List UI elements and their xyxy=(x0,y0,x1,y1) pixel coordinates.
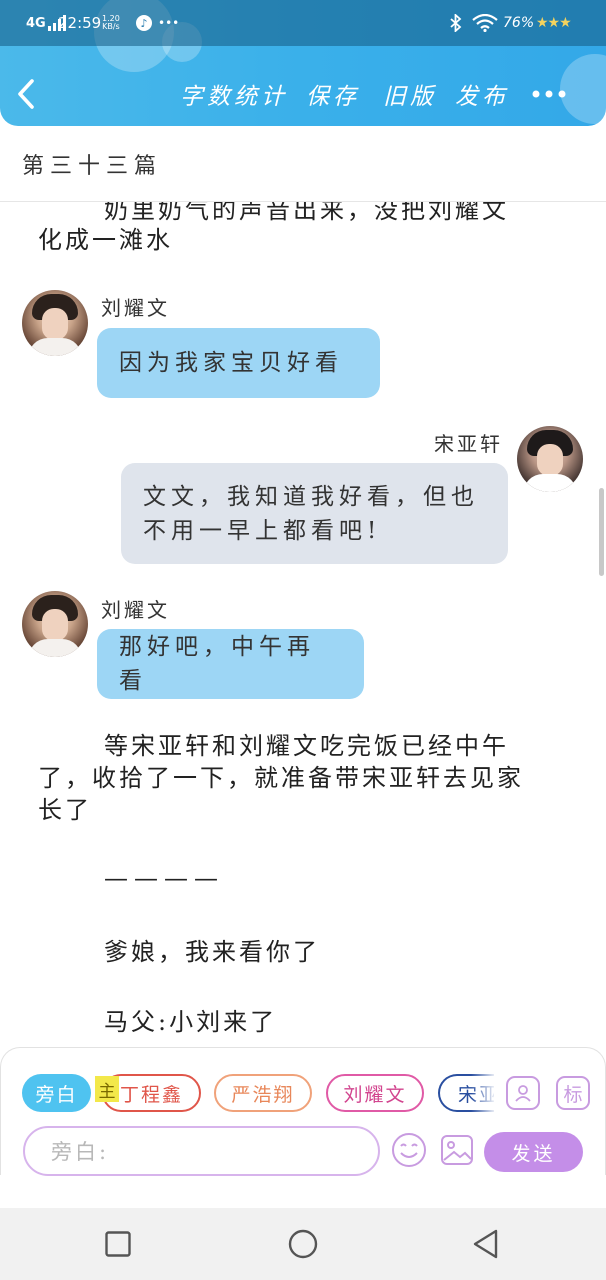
net-speed-unit: KB/s xyxy=(102,22,120,31)
emoji-button[interactable] xyxy=(391,1132,427,1168)
app-header: 4G 22:59 1.20 KB/s ♪ ••• 76% ★★★ 字数统计 保存… xyxy=(0,0,606,126)
chat-bubble-text: 文文，我知道我好看，但也 xyxy=(143,483,479,510)
clock: 22:59 xyxy=(58,14,102,32)
triangle-nav-icon xyxy=(473,1229,498,1259)
status-bar: 4G 22:59 1.20 KB/s ♪ ••• 76% ★★★ xyxy=(0,0,606,46)
avatar-songyaxuan[interactable] xyxy=(517,426,583,492)
bluetooth-icon xyxy=(449,0,463,46)
narration-line: 马父:小刘来了 xyxy=(104,1008,278,1036)
narration-line: 长了 xyxy=(38,796,92,824)
network-label: 4G xyxy=(26,15,46,31)
system-nav-bar xyxy=(0,1208,606,1280)
send-button[interactable]: 发送 xyxy=(484,1132,583,1172)
battery-label: 76% xyxy=(503,15,535,31)
section-divider: ———— xyxy=(104,864,224,892)
music-icon: ♪ xyxy=(136,0,152,46)
image-icon xyxy=(441,1135,473,1165)
main-role-tag: 主 xyxy=(95,1076,119,1102)
more-menu-button[interactable] xyxy=(532,74,566,114)
square-nav-icon xyxy=(105,1231,131,1257)
composer-panel: 旁白 丁程鑫 严浩翔 刘耀文 宋亚轩 主 标 旁白: xyxy=(0,1047,606,1176)
old-version-button[interactable]: 旧版 xyxy=(383,74,437,114)
narration-line: 奶里奶气的声音出来，没把刘耀文 xyxy=(104,202,509,224)
back-button[interactable] xyxy=(16,74,52,114)
back-icon xyxy=(18,79,34,109)
scrollbar-thumb[interactable] xyxy=(599,488,604,576)
message-input[interactable]: 旁白: xyxy=(23,1126,380,1176)
avatar-liuyaowen[interactable] xyxy=(22,290,88,356)
home-button[interactable] xyxy=(287,1228,319,1260)
speaker-name: 刘耀文 xyxy=(101,296,170,320)
wifi-icon xyxy=(472,0,498,46)
chapter-bar[interactable]: 第三十三篇 xyxy=(0,126,606,202)
word-count-button[interactable]: 字数统计 xyxy=(180,74,288,114)
toolbar: 字数统计 保存 旧版 发布 xyxy=(0,46,606,126)
more-icon xyxy=(532,90,566,98)
avatar-liuyaowen[interactable] xyxy=(22,591,88,657)
chat-bubble-text: 因为我家宝贝好看 xyxy=(119,350,343,376)
circle-nav-icon xyxy=(288,1229,318,1259)
story-area[interactable]: 奶里奶气的声音出来，没把刘耀文 化成一滩水 刘耀文 因为我家宝贝好看 宋亚轩 文… xyxy=(0,202,606,1047)
emoji-icon xyxy=(392,1133,426,1167)
chat-bubble-text: 那好吧，中午再看 xyxy=(119,634,315,694)
character-settings-button[interactable] xyxy=(506,1076,540,1110)
narration-line: 化成一滩水 xyxy=(38,226,173,254)
chat-bubble[interactable]: 那好吧，中午再看 xyxy=(97,629,364,699)
chapter-title[interactable]: 第三十三篇 xyxy=(22,148,162,180)
tag-button-label: 标 xyxy=(563,1083,583,1106)
character-chips: 旁白 丁程鑫 严浩翔 刘耀文 宋亚轩 主 标 xyxy=(1,1048,606,1120)
battery-icon: ★★★ xyxy=(536,15,572,31)
narration-line: 了，收拾了一下，就准备带宋亚轩去见家 xyxy=(38,764,524,792)
input-placeholder: 旁白: xyxy=(51,1140,110,1164)
save-button[interactable]: 保存 xyxy=(306,74,360,114)
speaker-name: 宋亚轩 xyxy=(434,432,503,456)
chat-bubble[interactable]: 因为我家宝贝好看 xyxy=(97,328,380,398)
recents-button[interactable] xyxy=(102,1228,134,1260)
chip-yanhaoxiang[interactable]: 严浩翔 xyxy=(214,1074,312,1112)
more-icon: ••• xyxy=(158,16,180,30)
tag-button[interactable]: 标 xyxy=(556,1076,590,1110)
chip-narrator[interactable]: 旁白 xyxy=(22,1074,91,1112)
chip-fade xyxy=(471,1068,497,1118)
avatar-icon xyxy=(515,1085,531,1102)
narration-line: 爹娘，我来看你了 xyxy=(104,938,320,966)
publish-button[interactable]: 发布 xyxy=(455,74,509,114)
narration-line: 等宋亚轩和刘耀文吃完饭已经中午 xyxy=(104,732,509,760)
net-speed: 1.20 KB/s xyxy=(102,0,120,46)
speaker-name: 刘耀文 xyxy=(101,598,170,622)
image-button[interactable] xyxy=(440,1133,474,1167)
chat-bubble-text: 不用一早上都看吧! xyxy=(143,517,382,544)
back-nav-button[interactable] xyxy=(470,1228,502,1260)
chip-liuyaowen[interactable]: 刘耀文 xyxy=(326,1074,424,1112)
chat-bubble[interactable]: 文文，我知道我好看，但也 不用一早上都看吧! xyxy=(121,463,508,564)
